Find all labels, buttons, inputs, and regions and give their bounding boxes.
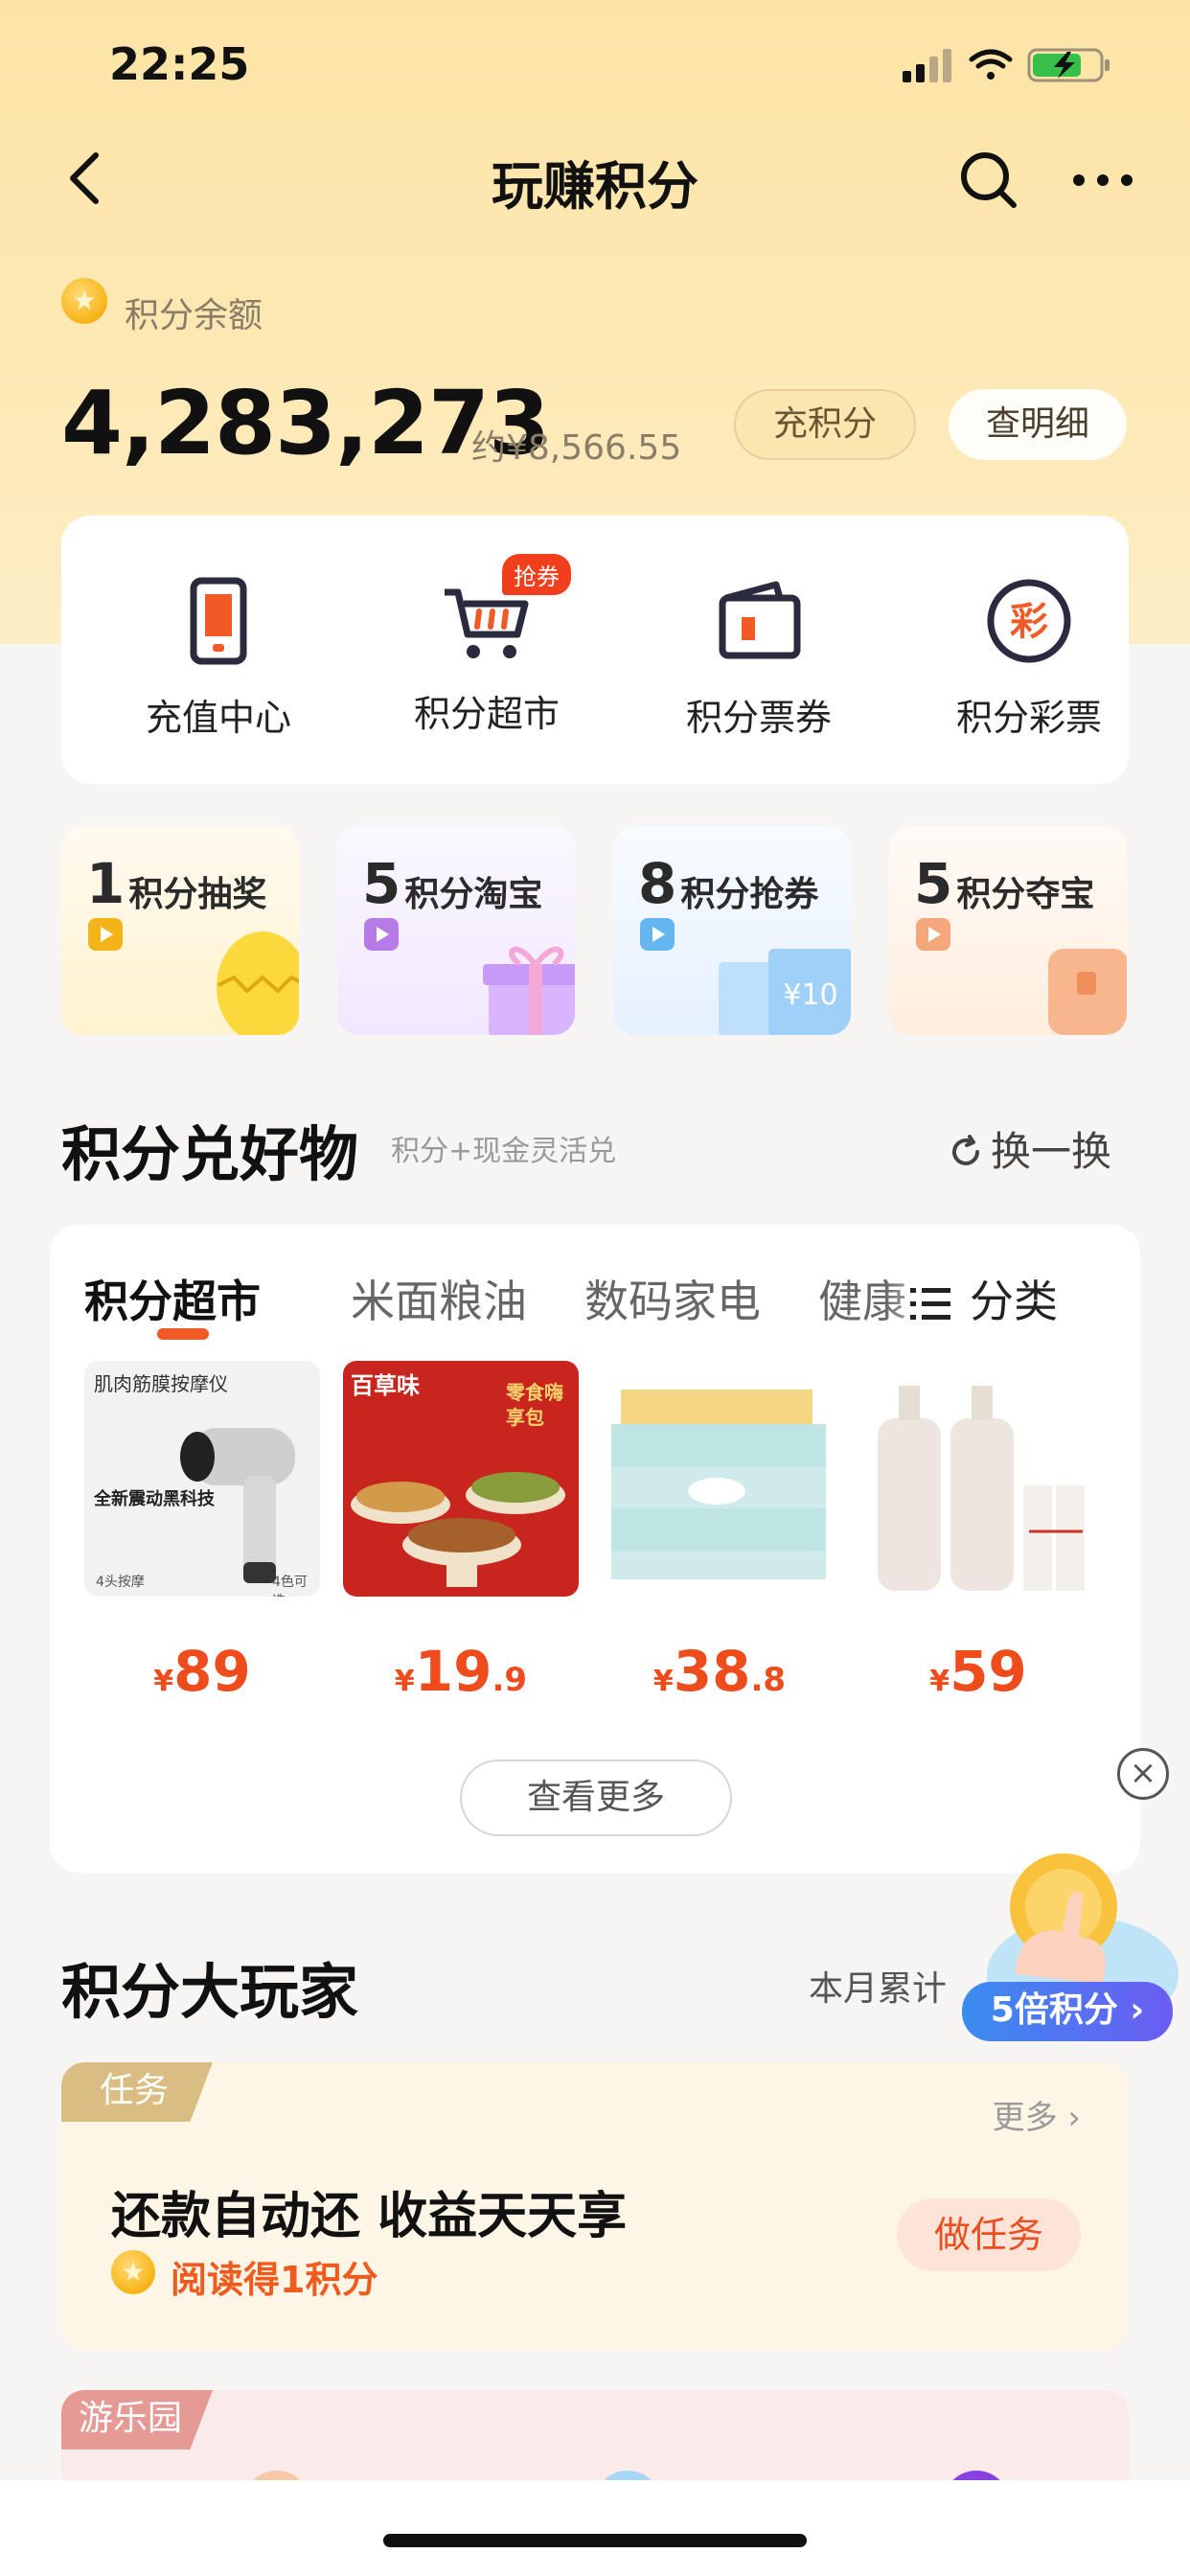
product-image-text: 零食嗨享包 bbox=[506, 1381, 563, 1429]
product-price: ¥59 bbox=[929, 1639, 1027, 1704]
product-image-text: 百草味 bbox=[351, 1372, 420, 1399]
battery-icon bbox=[1027, 48, 1110, 82]
service-card: 充值中心 抢券 积分超市 积分票券 彩 积分彩票 bbox=[61, 516, 1129, 784]
promo-float[interactable]: 5倍积分 › bbox=[949, 1840, 1188, 2051]
swap-label: 换一换 bbox=[991, 1128, 1112, 1175]
play-icon bbox=[640, 918, 675, 951]
task-tag: 任务 bbox=[61, 2062, 213, 2122]
goods-section-subtitle: 积分+现金灵活兑 bbox=[391, 1135, 617, 1168]
task-more-link[interactable]: 更多 › bbox=[993, 2091, 1081, 2138]
list-icon bbox=[910, 1288, 950, 1320]
bottom-safe-area bbox=[0, 2480, 1190, 2576]
product-price: ¥38.8 bbox=[652, 1639, 787, 1704]
monthly-total-label: 本月累计 bbox=[809, 1969, 948, 2009]
play-icon bbox=[88, 918, 123, 951]
task-card: 任务 更多 › 还款自动还 收益天天享 阅读得1积分 做任务 bbox=[61, 2062, 1129, 2350]
tab-points-mall[interactable]: 积分超市 bbox=[84, 1267, 261, 1330]
service-mall[interactable]: 抢券 积分超市 bbox=[372, 554, 602, 737]
promo-label: 5倍积分 › bbox=[962, 1982, 1173, 2041]
signal-icon bbox=[903, 49, 951, 82]
game-title: 积分抢券 bbox=[680, 875, 819, 914]
service-ticket[interactable]: 积分票券 bbox=[644, 575, 874, 741]
treasure-icon bbox=[1048, 949, 1127, 1035]
park-tag: 游乐园 bbox=[61, 2390, 213, 2450]
balance-label: 积分余额 bbox=[125, 296, 263, 335]
more-icon[interactable] bbox=[1069, 153, 1136, 207]
service-label: 积分超市 bbox=[413, 693, 560, 735]
status-time: 22:25 bbox=[109, 38, 250, 90]
game-lottery-card[interactable]: 1 积分抽奖 bbox=[61, 826, 299, 1035]
product-image-text: 4色可选 bbox=[272, 1575, 308, 1597]
coin-icon bbox=[61, 278, 107, 324]
gift-icon bbox=[483, 946, 575, 1035]
tab-indicator bbox=[157, 1328, 209, 1340]
task-reward: 阅读得1积分 bbox=[171, 2259, 378, 2301]
service-label: 积分彩票 bbox=[955, 697, 1102, 739]
task-title: 还款自动还 收益天天享 bbox=[111, 2188, 628, 2245]
play-icon bbox=[916, 918, 950, 951]
goods-section-title: 积分兑好物 bbox=[61, 1119, 359, 1189]
game-number: 5 bbox=[362, 851, 401, 916]
game-title: 积分夺宝 bbox=[956, 875, 1095, 914]
goods-card: 积分超市 米面粮油 数码家电 健康 分类 肌肉筋膜按摩仪 全新震动黑科技 4头按… bbox=[50, 1225, 1140, 1873]
do-task-button[interactable]: 做任务 bbox=[897, 2198, 1081, 2271]
game-title: 积分淘宝 bbox=[404, 875, 543, 914]
view-detail-button[interactable]: 查明细 bbox=[949, 389, 1127, 460]
game-number: 8 bbox=[638, 851, 677, 916]
service-lottery[interactable]: 彩 积分彩票 bbox=[914, 575, 1144, 741]
game-number: 5 bbox=[914, 851, 953, 916]
egg-icon bbox=[217, 932, 299, 1035]
view-more-button[interactable]: 查看更多 bbox=[460, 1760, 732, 1836]
play-icon bbox=[364, 918, 399, 951]
tab-grain-oil[interactable]: 米面粮油 bbox=[351, 1267, 527, 1330]
game-taobao-card[interactable]: 5 积分淘宝 bbox=[337, 826, 575, 1035]
category-label: 分类 bbox=[970, 1276, 1058, 1327]
product-price: ¥19.9 bbox=[394, 1639, 528, 1704]
tissue-icon bbox=[611, 1390, 826, 1579]
product-image-text: 肌肉筋膜按摩仪 bbox=[94, 1372, 228, 1395]
coupon-badge: 抢券 bbox=[502, 554, 571, 595]
charge-points-button[interactable]: 充积分 bbox=[734, 389, 916, 460]
phone-icon bbox=[190, 577, 247, 665]
service-label: 充值中心 bbox=[145, 697, 291, 739]
balance-approx: 约¥8,566.55 bbox=[471, 428, 682, 468]
svg-text:彩: 彩 bbox=[1010, 600, 1048, 644]
lottery-icon: 彩 bbox=[987, 579, 1071, 663]
player-section-title: 积分大玩家 bbox=[61, 1957, 359, 2027]
shampoo-icon bbox=[878, 1386, 1085, 1591]
coin-icon bbox=[111, 2250, 155, 2294]
game-coupon-card[interactable]: 8 积分抢券 ¥10 bbox=[613, 826, 851, 1035]
service-label: 积分票券 bbox=[685, 697, 832, 739]
snack-bowls-icon bbox=[351, 1472, 565, 1587]
refresh-icon bbox=[952, 1135, 979, 1165]
wallet-icon bbox=[719, 581, 801, 659]
swap-button[interactable]: 换一换 bbox=[949, 1119, 1111, 1178]
product-price: ¥89 bbox=[153, 1639, 251, 1704]
tab-digital[interactable]: 数码家电 bbox=[584, 1267, 761, 1330]
game-treasure-card[interactable]: 5 积分夺宝 bbox=[889, 826, 1127, 1035]
status-icons bbox=[903, 48, 1110, 82]
product-massager-image[interactable]: 肌肉筋膜按摩仪 全新震动黑科技 4头按摩 4色可选 bbox=[84, 1361, 320, 1597]
category-button[interactable]: 分类 bbox=[910, 1267, 1058, 1330]
product-shampoo-image[interactable] bbox=[860, 1361, 1096, 1597]
coupon-icon: ¥10 bbox=[719, 949, 851, 1035]
svg-text:¥10: ¥10 bbox=[783, 978, 837, 1012]
home-indicator[interactable] bbox=[383, 2534, 807, 2547]
game-number: 1 bbox=[86, 851, 126, 916]
wifi-icon bbox=[969, 49, 1013, 80]
product-snack-image[interactable]: 百草味 零食嗨享包 bbox=[343, 1361, 579, 1597]
search-icon[interactable] bbox=[958, 150, 1019, 211]
close-icon[interactable]: × bbox=[1117, 1748, 1169, 1800]
game-title: 积分抽奖 bbox=[128, 875, 267, 914]
massager-icon bbox=[180, 1428, 295, 1583]
product-tissue-image[interactable] bbox=[602, 1361, 837, 1597]
product-image-text: 4头按摩 bbox=[96, 1575, 145, 1590]
service-recharge[interactable]: 充值中心 bbox=[103, 575, 333, 741]
